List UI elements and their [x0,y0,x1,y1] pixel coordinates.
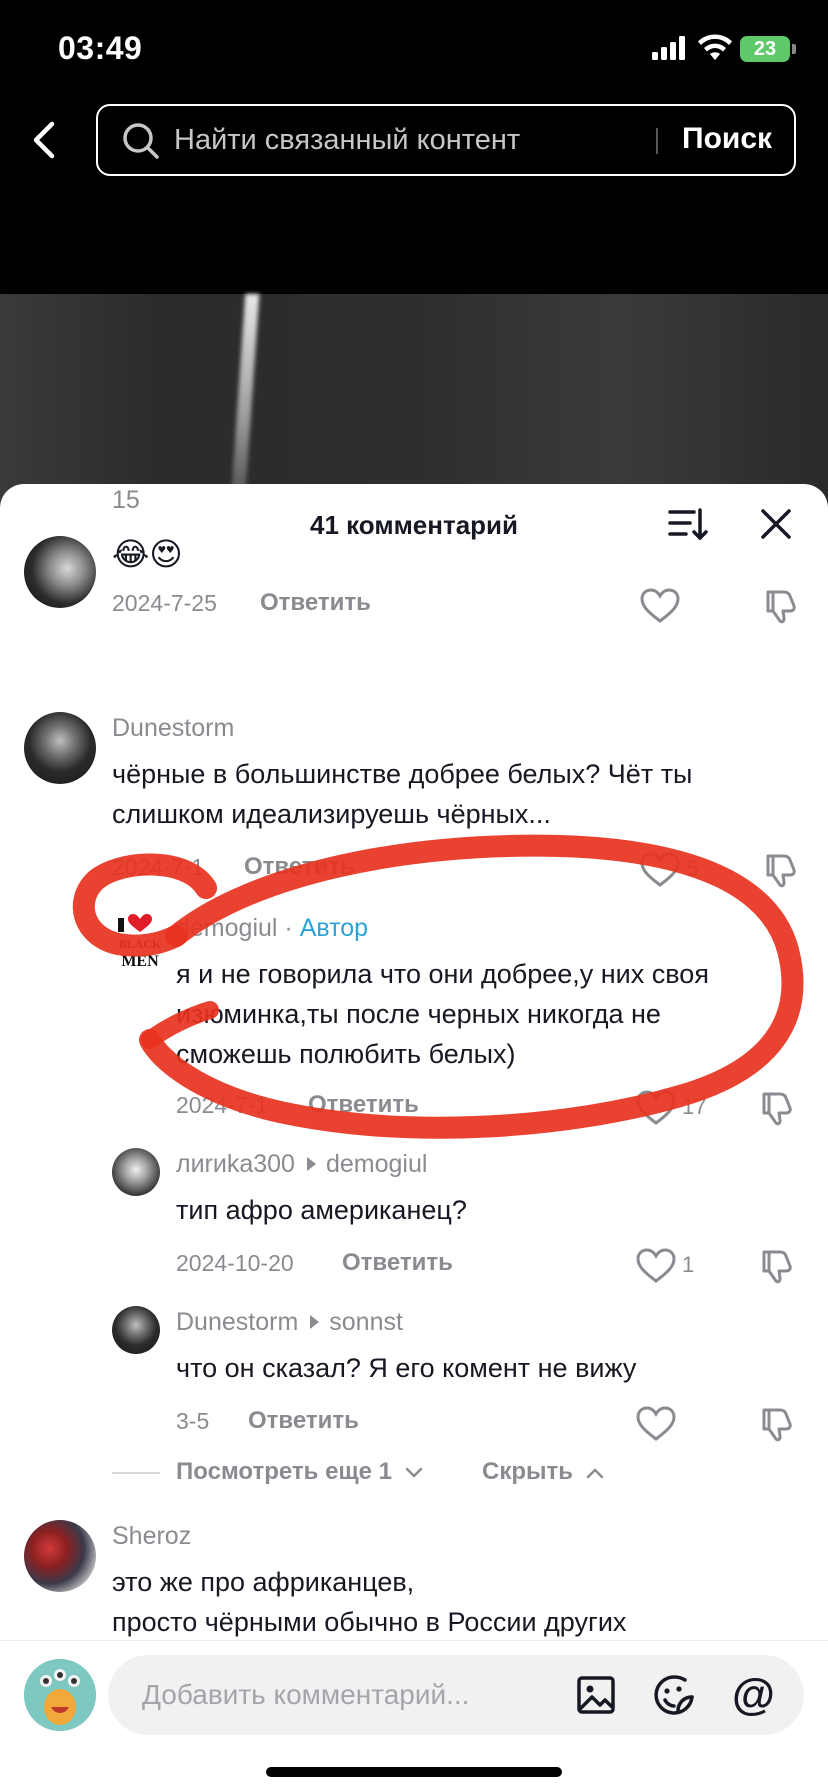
hide-label: Скрыть [482,1458,574,1485]
battery-tip [792,44,796,54]
cellular-signal-icon [652,36,685,60]
thread-line [112,1472,160,1474]
wifi-icon [698,34,732,60]
svg-text:MEN: MEN [121,953,159,970]
comment-text-line: слишком идеализируешь чёрных... [112,799,551,829]
reply-text: что он сказал? Я его комент не вижу [176,1353,637,1383]
emoji-sticker-icon[interactable] [652,1673,696,1717]
close-icon[interactable] [758,506,794,542]
avatar[interactable]: BLACK MEN [104,910,176,982]
reply-text-line: сможешь полюбить белых) [176,1039,516,1069]
reply-to-username[interactable]: sonnst [329,1308,403,1336]
chevron-down-icon [405,1467,422,1478]
reply-button[interactable]: Ответить [308,1091,419,1119]
heart-icon[interactable] [640,588,680,624]
avatar[interactable] [24,712,96,784]
avatar[interactable] [24,1520,96,1592]
comment-text-line: это же про африканцев, [112,1567,415,1597]
status-bar: 03:49 23 [0,0,828,100]
avatar[interactable] [112,1306,160,1354]
dislike-icon[interactable] [758,1090,794,1126]
dislike-icon[interactable] [762,852,798,888]
reply-date: 2024-10-20 [176,1250,294,1276]
reply-button[interactable]: Ответить [260,589,371,617]
reply-text-line: изюминка,ты после черных никогда не [176,999,661,1029]
status-time: 03:49 [58,30,143,66]
video-background[interactable] [0,294,828,504]
search-submit-button[interactable]: Поиск [682,122,772,156]
battery-indicator: 23 [740,36,790,62]
sort-icon[interactable] [668,504,708,544]
svg-text:BLACK: BLACK [119,937,162,951]
comment-date: 2024-7-25 [112,590,217,616]
add-comment-input[interactable]: Добавить комментарий... @ [108,1655,804,1735]
reply-date: 2024-7-1 [176,1092,269,1118]
reply-username[interactable]: Dunestorm sonnst [176,1308,403,1337]
like-count: 5 [686,856,699,881]
avatar[interactable] [112,1148,160,1196]
search-input[interactable]: Найти связанный контент [174,124,634,157]
author-badge: Автор [299,914,369,942]
comments-panel: 41 комментарий 15 😂😍 2024-7-25 Ответить … [0,484,828,1792]
view-more-label: Посмотреть еще 1 [176,1458,393,1485]
reply-to-username[interactable]: demogiul [326,1150,427,1178]
reply-text-line: я и не говорила что они добрее,у них сво… [176,959,709,989]
my-avatar[interactable] [24,1659,96,1731]
heart-icon[interactable] [636,1090,676,1126]
comment-username[interactable]: 15 [112,486,140,515]
reply-username[interactable]: лиrиka300 demogiul [176,1150,427,1179]
reply-username-text[interactable]: Dunestorm [176,1308,298,1336]
back-icon[interactable] [28,118,64,162]
comment-date: 2024-7-1 [112,854,205,880]
reply-text: тип афро американец? [176,1195,467,1225]
monster-avatar-icon [24,1659,96,1731]
search-box[interactable]: Найти связанный контент Поиск [96,104,796,176]
black-men-logo: BLACK MEN [118,914,162,970]
comment-composer-bar: Добавить комментарий... @ [0,1640,828,1792]
reply-username-text[interactable]: demogiul [176,914,277,942]
comment-username[interactable]: Sheroz [112,1522,191,1551]
dislike-icon[interactable] [758,1406,794,1442]
heart-icon[interactable] [636,1248,676,1284]
search-divider [656,128,658,154]
chevron-up-icon [586,1468,603,1479]
home-indicator [266,1767,562,1777]
comment-text: 😂😍 [112,536,183,572]
reply-button[interactable]: Ответить [244,853,355,881]
search-icon [123,123,159,159]
like-count: 1 [682,1252,695,1277]
separator-dot: · [284,914,300,942]
hide-replies-button[interactable]: Скрыть [482,1458,604,1486]
heart-icon[interactable] [636,1406,676,1442]
reply-button[interactable]: Ответить [248,1407,359,1435]
reply-button[interactable]: Ответить [342,1249,453,1277]
reply-to-arrow-icon [306,1157,316,1172]
comment-text-line: просто чёрными обычно в России других [112,1607,627,1637]
heart-icon[interactable] [640,852,680,888]
reply-username[interactable]: demogiul · Автор [176,914,368,943]
reply-to-arrow-icon [310,1315,320,1330]
like-count: 17 [682,1094,707,1119]
avatar[interactable] [24,536,96,608]
dislike-icon[interactable] [758,1248,794,1284]
dislike-icon[interactable] [762,588,798,624]
video-light-streak [230,294,260,504]
comment-username[interactable]: Dunestorm [112,714,234,743]
comment-text-line: чёрные в большинстве добрее белых? Чёт т… [112,759,693,789]
comment-placeholder: Добавить комментарий... [142,1679,470,1710]
reply-username-text[interactable]: лиrиka300 [176,1150,295,1178]
mention-icon[interactable]: @ [732,1671,775,1719]
reply-date: 3-5 [176,1408,210,1434]
view-more-replies-button[interactable]: Посмотреть еще 1 [176,1458,423,1486]
image-icon[interactable] [576,1675,616,1715]
